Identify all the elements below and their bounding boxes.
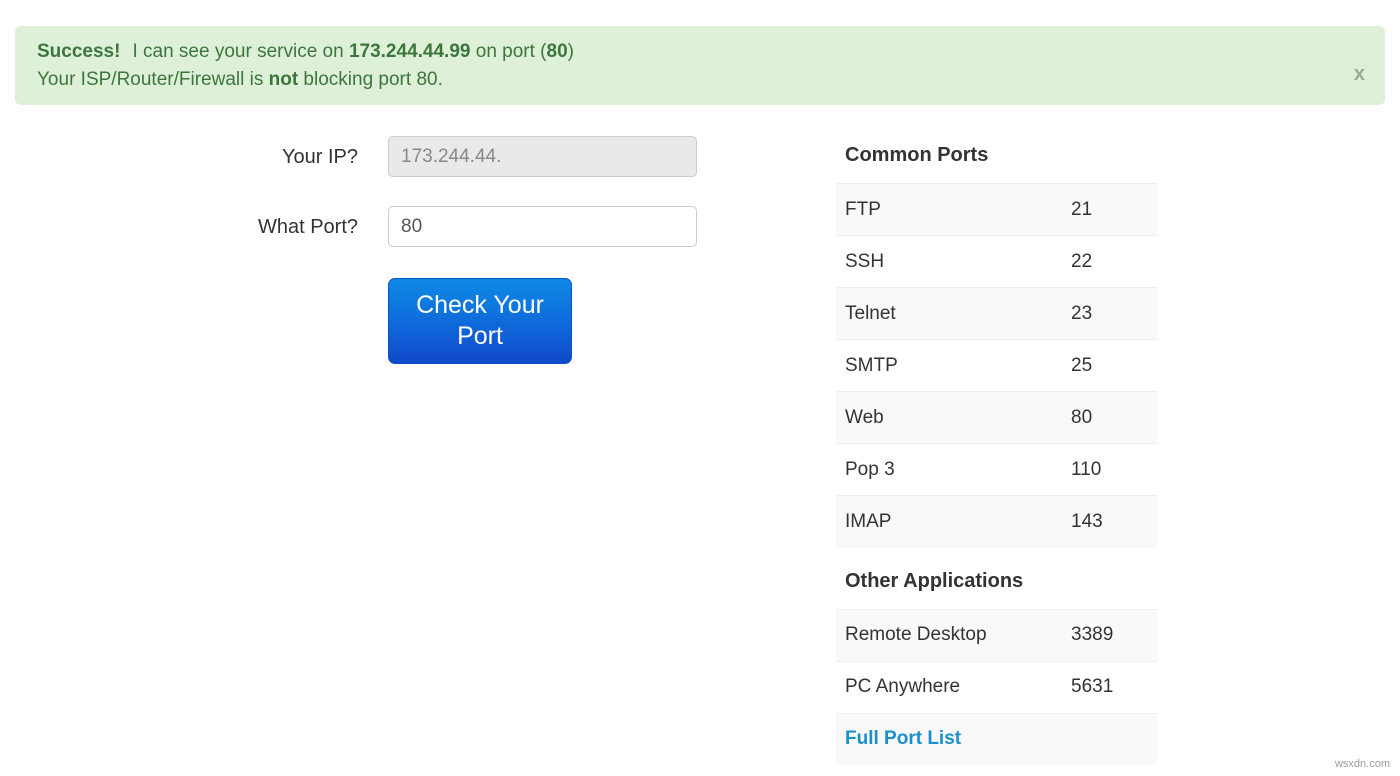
port-service-name: Remote Desktop — [836, 608, 1071, 661]
full-port-list-row[interactable]: Full Port List — [836, 712, 1157, 765]
port-check-form: Your IP? What Port? Check Your Port — [0, 136, 700, 364]
port-service-name: IMAP — [836, 495, 1071, 548]
page-root: Success! I can see your service on 173.24… — [0, 0, 1400, 776]
port-service-name: Pop 3 — [836, 443, 1071, 496]
port-service-number: 5631 — [1071, 660, 1157, 713]
success-alert-banner: Success! I can see your service on 173.24… — [15, 26, 1385, 105]
check-your-port-button[interactable]: Check Your Port — [388, 278, 572, 364]
port-service-number: 3389 — [1071, 608, 1157, 661]
port-service-number: 21 — [1071, 183, 1157, 236]
ip-field-row: Your IP? — [0, 136, 700, 188]
table-row[interactable]: Telnet 23 — [836, 287, 1157, 340]
table-row[interactable]: Remote Desktop 3389 — [836, 608, 1157, 661]
alert-line-2: Your ISP/Router/Firewall is not blocking… — [37, 66, 1365, 94]
full-port-list-cell: Full Port List — [836, 712, 1157, 765]
other-applications-heading: Other Applications — [845, 569, 1024, 592]
alert-line2-prefix: Your ISP/Router/Firewall is — [37, 69, 269, 90]
port-field-row: What Port? — [0, 206, 700, 258]
common-ports-heading: Common Ports — [845, 144, 989, 166]
port-service-name: SSH — [836, 235, 1071, 288]
ports-panel: Common Ports FTP 21 SSH 22 Telnet 23 SMTP 25 Web… — [836, 144, 1157, 765]
table-row[interactable]: PC Anywhere 5631 — [836, 660, 1157, 713]
other-applications-table: Remote Desktop 3389 PC Anywhere 5631 Full Po… — [836, 608, 1157, 765]
port-service-number: 25 — [1071, 339, 1157, 392]
alert-line1-suffix: ) — [567, 41, 574, 62]
port-service-name: SMTP — [836, 339, 1071, 392]
table-row[interactable]: Web 80 — [836, 391, 1157, 444]
ip-input[interactable] — [388, 136, 697, 177]
common-ports-body: FTP 21 SSH 22 Telnet 23 SMTP 25 Web 80 Pop 3 110 IMA… — [836, 183, 1157, 548]
port-service-name: Web — [836, 391, 1071, 444]
port-service-number: 143 — [1071, 495, 1157, 548]
close-icon[interactable]: x — [1354, 64, 1365, 84]
table-row[interactable]: SSH 22 — [836, 235, 1157, 288]
port-service-number: 22 — [1071, 235, 1157, 288]
alert-port-number: 80 — [546, 41, 568, 62]
table-row[interactable]: SMTP 25 — [836, 339, 1157, 392]
port-service-name: FTP — [836, 183, 1071, 236]
alert-ip-address: 173.244.44.99 — [348, 41, 471, 62]
alert-line-1: Success! I can see your service on 173.24… — [37, 38, 1365, 66]
alert-line1-mid: on port ( — [470, 41, 547, 62]
table-row[interactable]: FTP 21 — [836, 183, 1157, 236]
table-row[interactable]: IMAP 143 — [836, 495, 1157, 548]
port-service-number: 23 — [1071, 287, 1157, 340]
common-ports-table: FTP 21 SSH 22 Telnet 23 SMTP 25 Web 80 Pop 3 110 IMA… — [836, 183, 1157, 548]
table-row[interactable]: Pop 3 110 — [836, 443, 1157, 496]
ip-field-label: Your IP? — [282, 146, 358, 168]
port-input[interactable] — [388, 206, 697, 247]
full-port-list-link[interactable]: Full Port List — [845, 728, 961, 749]
alert-line1-prefix: I can see your service on — [132, 41, 349, 62]
port-service-number: 110 — [1071, 443, 1157, 496]
watermark: wsxdn.com — [1334, 758, 1390, 770]
port-service-number: 80 — [1071, 391, 1157, 444]
alert-status-label: Success! — [37, 41, 121, 62]
submit-row: Check Your Port — [388, 278, 572, 364]
alert-line2-suffix: blocking port 80. — [298, 69, 443, 90]
port-field-label: What Port? — [257, 216, 358, 238]
alert-not-emphasis: not — [268, 69, 299, 90]
port-service-name: PC Anywhere — [836, 660, 1071, 713]
other-applications-body: Remote Desktop 3389 PC Anywhere 5631 Full Po… — [836, 608, 1157, 765]
port-service-name: Telnet — [836, 287, 1071, 340]
